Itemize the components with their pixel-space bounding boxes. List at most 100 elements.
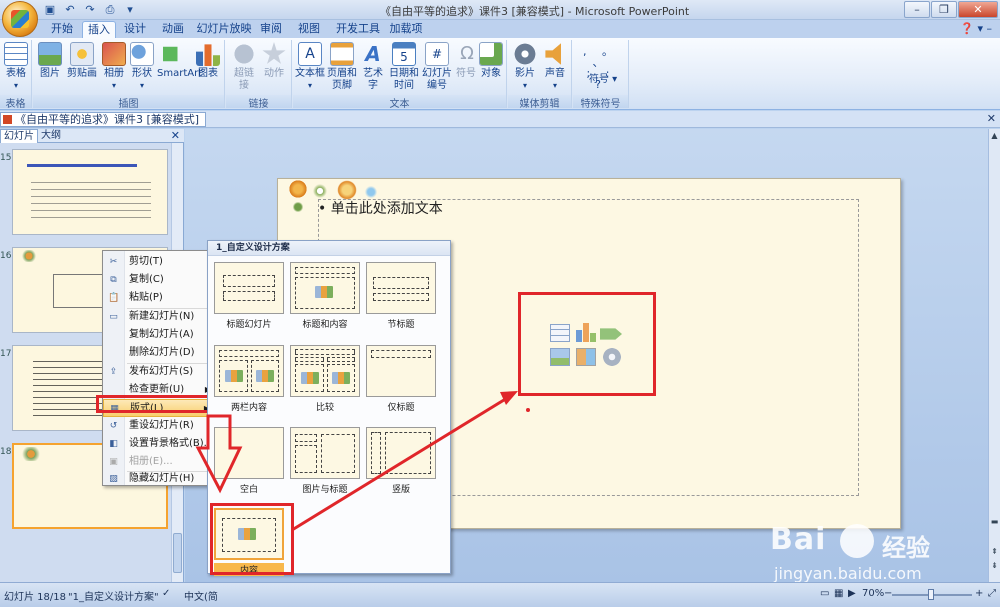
fit-slide-icon[interactable]: ⤢ [988,588,996,599]
panel-close-icon[interactable]: ✕ [171,129,180,142]
header-footer-icon [330,42,354,66]
ribbon-minimize-icon[interactable]: ▾ – [977,22,992,35]
menu-item-format-background[interactable]: ◧ 设置背景格式(B)... [103,435,216,453]
slide-thumbnail-15[interactable] [12,149,168,235]
slide-number-button[interactable]: # 幻灯片编号 [421,42,453,92]
document-tab[interactable]: 《自由平等的追求》课件3 [兼容模式] [0,112,207,127]
slideshow-view-icon[interactable]: ▶ [848,588,856,599]
menu-item-paste[interactable]: 📋 粘贴(P) [103,289,216,307]
scroll-thumb[interactable]: ▬ [990,517,999,526]
save-icon[interactable]: ▣ [42,2,58,17]
status-language[interactable]: 中文(简 [184,588,218,603]
object-button[interactable]: 对象 [479,42,503,80]
tab-slideshow[interactable]: 幻灯片放映 [196,21,252,38]
qat-customize-icon[interactable]: ▾ [122,2,138,17]
flower-decoration [364,185,378,199]
next-slide-icon[interactable]: ⇟ [990,561,999,570]
zoom-in-icon[interactable]: + [975,588,983,599]
tab-insert[interactable]: 插入 [82,21,116,38]
layout-vertical[interactable]: 竖版 [366,427,436,495]
menu-item-duplicate-slide[interactable]: 复制幻灯片(A) [103,326,216,344]
action-button[interactable]: 动作 [260,42,288,80]
zoom-slider-knob[interactable] [928,589,934,600]
movie-button[interactable]: 影片 ▾ [510,42,540,92]
menu-item-cut[interactable]: ✂ 剪切(T) [103,253,216,271]
tab-outline[interactable]: 大纲 [38,129,64,143]
previous-slide-icon[interactable]: ⇞ [990,547,999,556]
calendar-icon: 5 [392,42,416,66]
slide-sorter-icon[interactable]: ▦ [834,588,843,599]
symbol-button[interactable]: Ω 符号 [455,42,477,80]
flower-decoration [292,201,304,213]
menu-item-album[interactable]: ▣ 相册(E)... [103,453,216,471]
redo-icon[interactable]: ↷ [82,2,98,17]
globe-link-icon [232,42,256,66]
normal-view-icon[interactable]: ▭ [820,588,829,599]
smartart-button[interactable]: SmartArt [157,42,202,80]
status-theme[interactable]: "1_自定义设计方案" [68,588,159,603]
ribbon-tabs: 开始 插入 设计 动画 幻灯片放映 审阅 视图 开发工具 加载项 ❓ ▾ – [0,20,1000,38]
window-title: 《自由平等的追求》课件3 [兼容模式] - Microsoft PowerPoi… [380,5,690,18]
title-bar: ▣ ↶ ↷ ⎙ ▾ 《自由平等的追求》课件3 [兼容模式] - Microsof… [0,0,1000,20]
chart-button[interactable]: 图表 [195,42,221,80]
tab-animation[interactable]: 动画 [156,21,190,38]
background-icon: ◧ [109,439,118,449]
layout-title-slide[interactable]: 标题幻灯片 [214,262,284,330]
object-icon [479,42,503,66]
textbox-button[interactable]: A 文本框 ▾ [295,42,325,92]
scrollbar-thumb[interactable] [173,533,182,573]
layout-section-header[interactable]: 节标题 [366,262,436,330]
flower-decoration [288,179,308,199]
textbox-icon: A [298,42,322,66]
sound-button[interactable]: 声音 ▾ [540,42,570,92]
shapes-button[interactable]: 形状 ▾ [129,42,155,92]
layout-title-content[interactable]: 标题和内容 [290,262,360,330]
slide-number: 15 [0,153,12,163]
status-bar: 幻灯片 18/18 "1_自定义设计方案" ✓ 中文(简 ▭ ▦ ▶ 70% −… [0,582,1000,607]
menu-item-delete-slide[interactable]: 删除幻灯片(D) [103,344,216,362]
layout-picture-caption[interactable]: 图片与标题 [290,427,360,495]
print-preview-icon[interactable]: ⎙ [102,2,118,17]
tab-design[interactable]: 设计 [118,21,152,38]
annotation-box-content-layout [210,503,294,575]
undo-icon[interactable]: ↶ [62,2,78,17]
album-button[interactable]: 相册 ▾ [101,42,127,92]
minimize-button[interactable]: – [904,1,930,18]
menu-item-publish-slides[interactable]: ⇪ 发布幻灯片(S) [103,363,216,381]
tab-home[interactable]: 开始 [44,21,80,38]
clipart-button[interactable]: 剪贴画 [65,42,99,80]
office-button[interactable] [2,1,38,37]
tab-developer[interactable]: 开发工具 [334,21,382,38]
table-button[interactable]: 表格 ▾ [2,42,30,92]
reset-icon: ↺ [109,421,118,431]
tab-review[interactable]: 审阅 [256,21,286,38]
scroll-up-icon[interactable]: ▲ [990,131,999,140]
tab-slides[interactable]: 幻灯片 [0,129,38,143]
tab-addins[interactable]: 加载项 [388,21,424,38]
layout-comparison[interactable]: 比较 [290,345,360,413]
menu-item-hide-slide[interactable]: ▨ 隐藏幻灯片(H) [103,470,216,488]
editor-vertical-scrollbar[interactable]: ▲ ▬ ⇞ ⇟ [988,129,1000,582]
placeholder-text[interactable]: • 单击此处添加文本 [318,198,443,218]
action-star-icon [262,42,286,64]
menu-item-copy[interactable]: ⧉ 复制(C) [103,271,216,289]
close-button[interactable]: ✕ [958,1,998,18]
layout-title-only[interactable]: 仅标题 [366,345,436,413]
menu-item-reset-slide[interactable]: ↺ 重设幻灯片(R) [103,417,216,435]
picture-button[interactable]: 图片 [37,42,63,80]
tab-view[interactable]: 视图 [294,21,324,38]
datetime-button[interactable]: 5 日期和时间 [389,42,419,92]
close-document-icon[interactable]: ✕ [987,112,996,125]
layout-two-content[interactable]: 两栏内容 [214,345,284,413]
hyperlink-button[interactable]: 超链接 [230,42,258,92]
special-symbol-button[interactable]: 符号 ▾ [581,74,625,86]
group-table: 表格 ▾ 表格 [0,40,32,110]
menu-item-new-slide[interactable]: ▭ 新建幻灯片(N) [103,308,216,326]
help-icon[interactable]: ❓ [960,22,974,35]
album-icon [102,42,126,66]
zoom-level[interactable]: 70% [862,588,884,599]
maximize-button[interactable]: ❐ [931,1,957,18]
spellcheck-icon[interactable]: ✓ [162,588,170,599]
layout-blank[interactable]: 空白 [214,427,284,495]
header-footer-button[interactable]: 页眉和页脚 [327,42,357,92]
